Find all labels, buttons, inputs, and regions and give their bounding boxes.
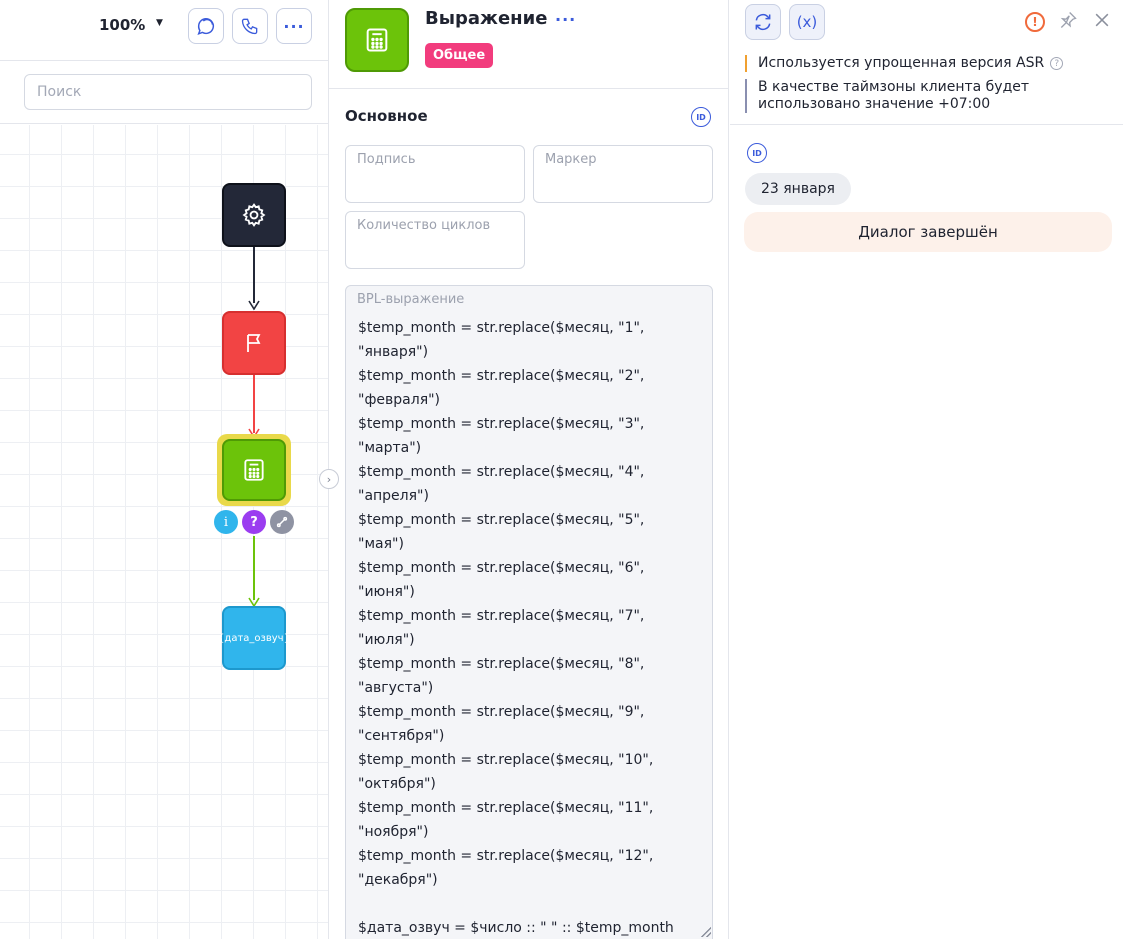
bpl-expression-label: BPL-выражение [357,292,465,307]
block-properties-panel: Выражение ··· Общее Основное ID Подпись … [329,0,729,939]
search-input[interactable] [24,74,312,110]
info-icon[interactable]: i [214,510,238,534]
marker-field[interactable]: Маркер [533,145,713,203]
more-dots-icon: ··· [283,16,305,36]
caption-field[interactable]: Подпись [345,145,525,203]
dialog-status-banner: Диалог завершён [744,212,1112,252]
arrow-head-icon [248,300,260,310]
more-options-button[interactable]: ··· [276,8,312,44]
edge-flag-to-expression [253,375,255,433]
bpl-expression-field[interactable]: BPL-выражение $temp_month = str.replace(… [345,285,713,939]
divider [730,124,1123,125]
block-header: Выражение ··· Общее [329,0,728,89]
marker-field-label: Маркер [545,152,597,167]
id-icon[interactable]: ID [691,107,711,127]
chat-icon [197,18,215,36]
id-icon[interactable]: ID [747,143,767,163]
variables-icon: (x) [796,13,818,31]
flow-canvas-panel: 100% ▼ ··· i ? {дата_озвуч} [0,0,329,939]
section-title: Основное [345,107,428,125]
variables-button[interactable]: (x) [789,4,825,40]
start-node[interactable] [222,183,286,247]
bpl-expression-code[interactable]: $temp_month = str.replace($месяц, "1", "… [358,316,702,939]
block-title[interactable]: Выражение [425,8,547,29]
phone-icon [241,18,258,35]
gear-icon [242,203,266,227]
edge-expression-to-variable [253,536,255,600]
flag-icon [247,334,261,352]
asr-notice: Используется упрощенная версия ASR? [745,55,1064,72]
test-dialog-panel: (x) ! Используется упрощенная версия ASR… [730,0,1123,939]
pin-icon[interactable] [1058,10,1078,34]
cycles-count-field-label: Количество циклов [357,218,491,233]
zoom-level[interactable]: 100% [99,16,145,34]
refresh-icon [755,13,771,31]
collapse-panel-chevron-icon[interactable]: › [319,469,339,489]
edge-start-to-flag [253,247,255,303]
help-icon[interactable]: ? [1050,56,1064,70]
flag-node[interactable] [222,311,286,375]
caption-field-label: Подпись [357,152,416,167]
canvas-toolbar: 100% ▼ ··· [0,0,328,61]
block-type-icon [345,8,409,72]
link-icon[interactable] [270,510,294,534]
date-chip: 23 января [745,173,851,205]
zoom-dropdown-icon[interactable]: ▼ [156,18,163,28]
variable-node[interactable]: {дата_озвуч} [218,606,290,670]
expression-node[interactable] [222,439,286,501]
timezone-notice: В качестве таймзоны клиента будет исполь… [745,79,1115,113]
asr-notice-text: Используется упрощенная версия ASR [758,55,1045,71]
chat-button[interactable] [188,8,224,44]
textarea-resize-handle[interactable] [701,927,711,937]
close-icon[interactable] [1092,10,1112,34]
calculator-icon [244,459,264,481]
question-icon[interactable]: ? [242,510,266,534]
restart-button[interactable] [745,4,781,40]
category-tag: Общее [425,43,494,68]
block-menu-dots-icon[interactable]: ··· [555,10,576,29]
warning-icon[interactable]: ! [1025,12,1045,32]
call-button[interactable] [232,8,268,44]
search-bar [0,62,328,124]
cycles-count-field[interactable]: Количество циклов [345,211,525,269]
calculator-icon [366,28,388,52]
